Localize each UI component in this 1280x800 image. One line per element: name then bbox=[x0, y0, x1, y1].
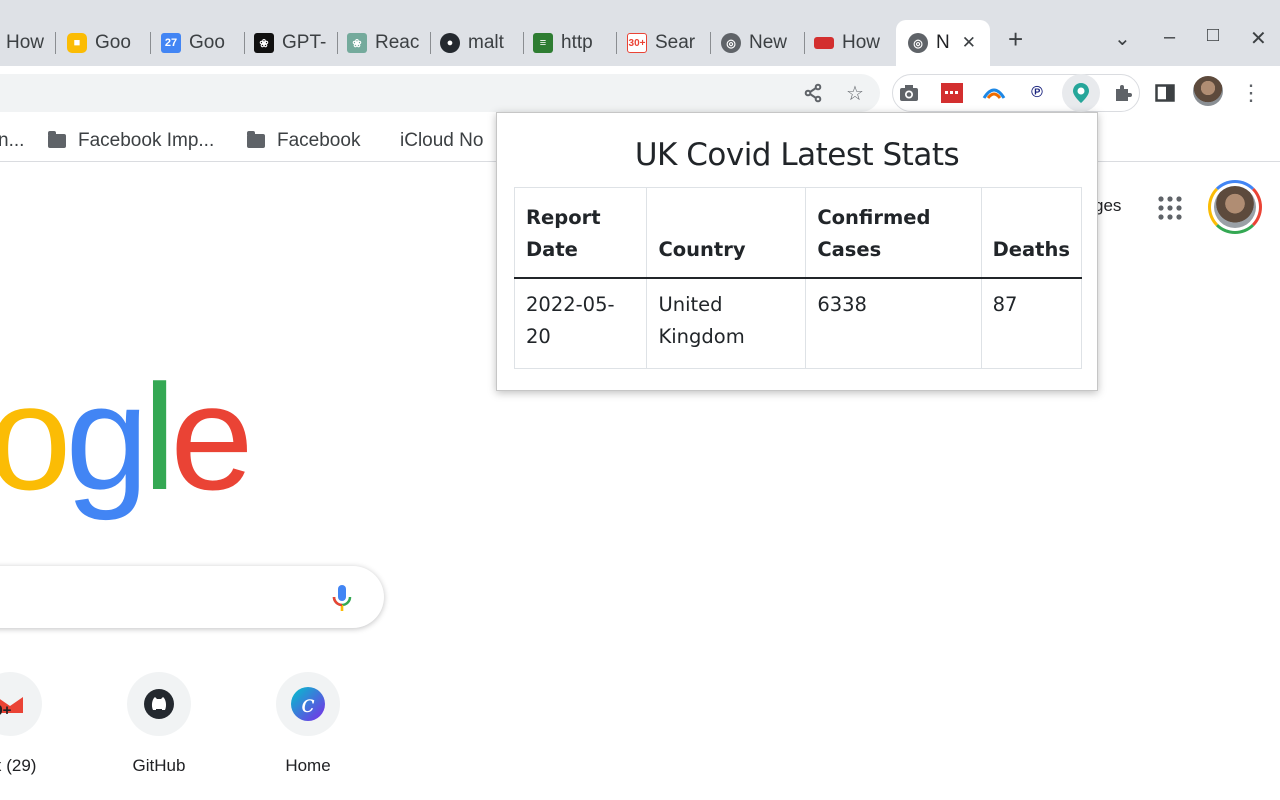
chart-site-icon: ≡ bbox=[533, 33, 553, 53]
column-header-deaths: Deaths bbox=[980, 187, 1083, 279]
tab-active[interactable]: ◎ N ✕ bbox=[896, 20, 990, 66]
google-logo: ogle bbox=[0, 362, 254, 512]
stats-table: Report Date Country Confirmed Cases Deat… bbox=[513, 187, 1083, 369]
tab-9[interactable]: How bbox=[814, 20, 890, 66]
bookmark-label: Facebook bbox=[277, 130, 361, 151]
extension-arc-icon[interactable] bbox=[981, 80, 1007, 106]
openai-icon: ❀ bbox=[254, 33, 274, 53]
bookmark-label: n... bbox=[0, 130, 25, 151]
profile-avatar[interactable] bbox=[1193, 76, 1223, 106]
tab-2[interactable]: 27 Goo bbox=[161, 20, 245, 66]
search-input[interactable] bbox=[0, 566, 384, 628]
extensions-pill bbox=[892, 74, 1140, 112]
tab-title: N bbox=[936, 32, 950, 53]
side-panel-icon[interactable] bbox=[1152, 80, 1178, 106]
logo-letter: g bbox=[65, 353, 148, 521]
github-icon bbox=[127, 672, 191, 736]
bookmark-item[interactable]: n... bbox=[0, 126, 24, 156]
bookmark-icloud[interactable]: iCloud No bbox=[388, 126, 483, 156]
tab-0[interactable]: How bbox=[6, 20, 56, 66]
tab-8[interactable]: ◎ New bbox=[721, 20, 805, 66]
cell-confirmed-cases: 6338 bbox=[805, 277, 982, 369]
tab-title: Goo bbox=[95, 32, 131, 53]
new-tab-button[interactable]: + bbox=[1008, 24, 1023, 55]
tab-title: Sear bbox=[655, 32, 696, 53]
table-row: 2022-05-20 United Kingdom 6338 87 bbox=[513, 277, 1083, 369]
github-icon: ● bbox=[440, 33, 460, 53]
shortcut-inbox[interactable]: 20+ ox (29) bbox=[0, 672, 70, 776]
gmail-icon: 20+ bbox=[0, 672, 42, 736]
column-header-country: Country bbox=[646, 187, 807, 279]
tab-7[interactable]: 30+ Sear bbox=[627, 20, 711, 66]
website-icon bbox=[814, 37, 834, 49]
bookmark-folder-facebook-imp[interactable]: Facebook Imp... bbox=[48, 126, 214, 156]
account-avatar[interactable] bbox=[1208, 180, 1262, 234]
canva-icon: c bbox=[276, 672, 340, 736]
logo-letter: o bbox=[0, 353, 71, 521]
bookmark-label: Facebook Imp... bbox=[78, 130, 215, 151]
address-bar[interactable] bbox=[0, 74, 880, 112]
minimize-button[interactable]: – bbox=[1164, 26, 1175, 49]
popup-title: UK Covid Latest Stats bbox=[634, 137, 960, 173]
tab-3[interactable]: ❀ GPT- bbox=[254, 20, 338, 66]
close-window-button[interactable]: ✕ bbox=[1250, 26, 1267, 51]
bookmark-folder-facebook[interactable]: Facebook bbox=[247, 126, 360, 156]
tab-title: New bbox=[749, 32, 788, 53]
tab-5[interactable]: ● malt bbox=[440, 20, 524, 66]
bookmark-label: iCloud No bbox=[400, 130, 484, 151]
tab-close-icon[interactable]: ✕ bbox=[962, 33, 976, 53]
tab-title: http bbox=[561, 32, 593, 53]
shortcut-label: Home bbox=[285, 756, 331, 775]
tab-title: How bbox=[842, 32, 881, 53]
column-header-report-date: Report Date bbox=[513, 187, 648, 279]
microphone-icon[interactable] bbox=[332, 584, 352, 617]
tab-title: Goo bbox=[189, 32, 225, 53]
extension-red-icon[interactable] bbox=[939, 80, 965, 106]
google-calendar-icon: 27 bbox=[161, 33, 181, 53]
extension-p-icon[interactable]: ℗ bbox=[1024, 80, 1050, 106]
cell-deaths: 87 bbox=[980, 277, 1083, 369]
tab-strip: How ■ Goo 27 Goo ❀ GPT- ❀ Reac ● malt ≡ … bbox=[0, 0, 1280, 66]
logo-letter: e bbox=[170, 353, 253, 521]
chatgpt-icon: ❀ bbox=[347, 33, 367, 53]
folder-icon bbox=[247, 131, 265, 148]
chrome-icon: ◎ bbox=[721, 33, 741, 53]
tab-title: GPT- bbox=[282, 32, 327, 53]
tab-title: How bbox=[6, 32, 45, 53]
apps-grid-icon[interactable] bbox=[1156, 194, 1184, 227]
tab-6[interactable]: ≡ http bbox=[533, 20, 617, 66]
logo-letter: l bbox=[142, 353, 176, 521]
maximize-button[interactable]: □ bbox=[1207, 24, 1219, 47]
tab-1[interactable]: ■ Goo bbox=[67, 20, 151, 66]
menu-icon[interactable]: ⋮ bbox=[1238, 80, 1264, 106]
gmail-badge: 20+ bbox=[0, 702, 12, 719]
tab-title: Reac bbox=[375, 32, 420, 53]
share-icon[interactable] bbox=[800, 80, 826, 106]
bookmark-star-icon[interactable]: ☆ bbox=[842, 80, 868, 106]
tab-title: malt bbox=[468, 32, 504, 53]
camera-icon[interactable] bbox=[896, 80, 922, 106]
images-link[interactable]: ges bbox=[1094, 196, 1121, 216]
gmail-icon: 30+ bbox=[627, 33, 647, 53]
shortcut-label: ox (29) bbox=[0, 756, 37, 775]
folder-icon bbox=[48, 131, 66, 148]
table-header-row: Report Date Country Confirmed Cases Deat… bbox=[513, 187, 1083, 279]
shortcut-label: GitHub bbox=[132, 756, 186, 775]
google-keep-icon: ■ bbox=[67, 33, 87, 53]
tab-search-button[interactable]: ⌄ bbox=[1114, 26, 1131, 51]
column-header-confirmed-cases: Confirmed Cases bbox=[805, 187, 982, 279]
chrome-icon: ◎ bbox=[908, 33, 928, 53]
covid-stats-popup: UK Covid Latest Stats Report Date Countr… bbox=[496, 112, 1098, 391]
cell-report-date: 2022-05-20 bbox=[513, 277, 648, 369]
extension-covid-icon[interactable] bbox=[1062, 74, 1100, 112]
tab-4[interactable]: ❀ Reac bbox=[347, 20, 431, 66]
shortcut-github[interactable]: GitHub bbox=[99, 672, 219, 776]
cell-country: United Kingdom bbox=[646, 277, 807, 369]
puzzle-icon[interactable] bbox=[1110, 80, 1136, 106]
shortcut-home[interactable]: c Home bbox=[248, 672, 368, 776]
